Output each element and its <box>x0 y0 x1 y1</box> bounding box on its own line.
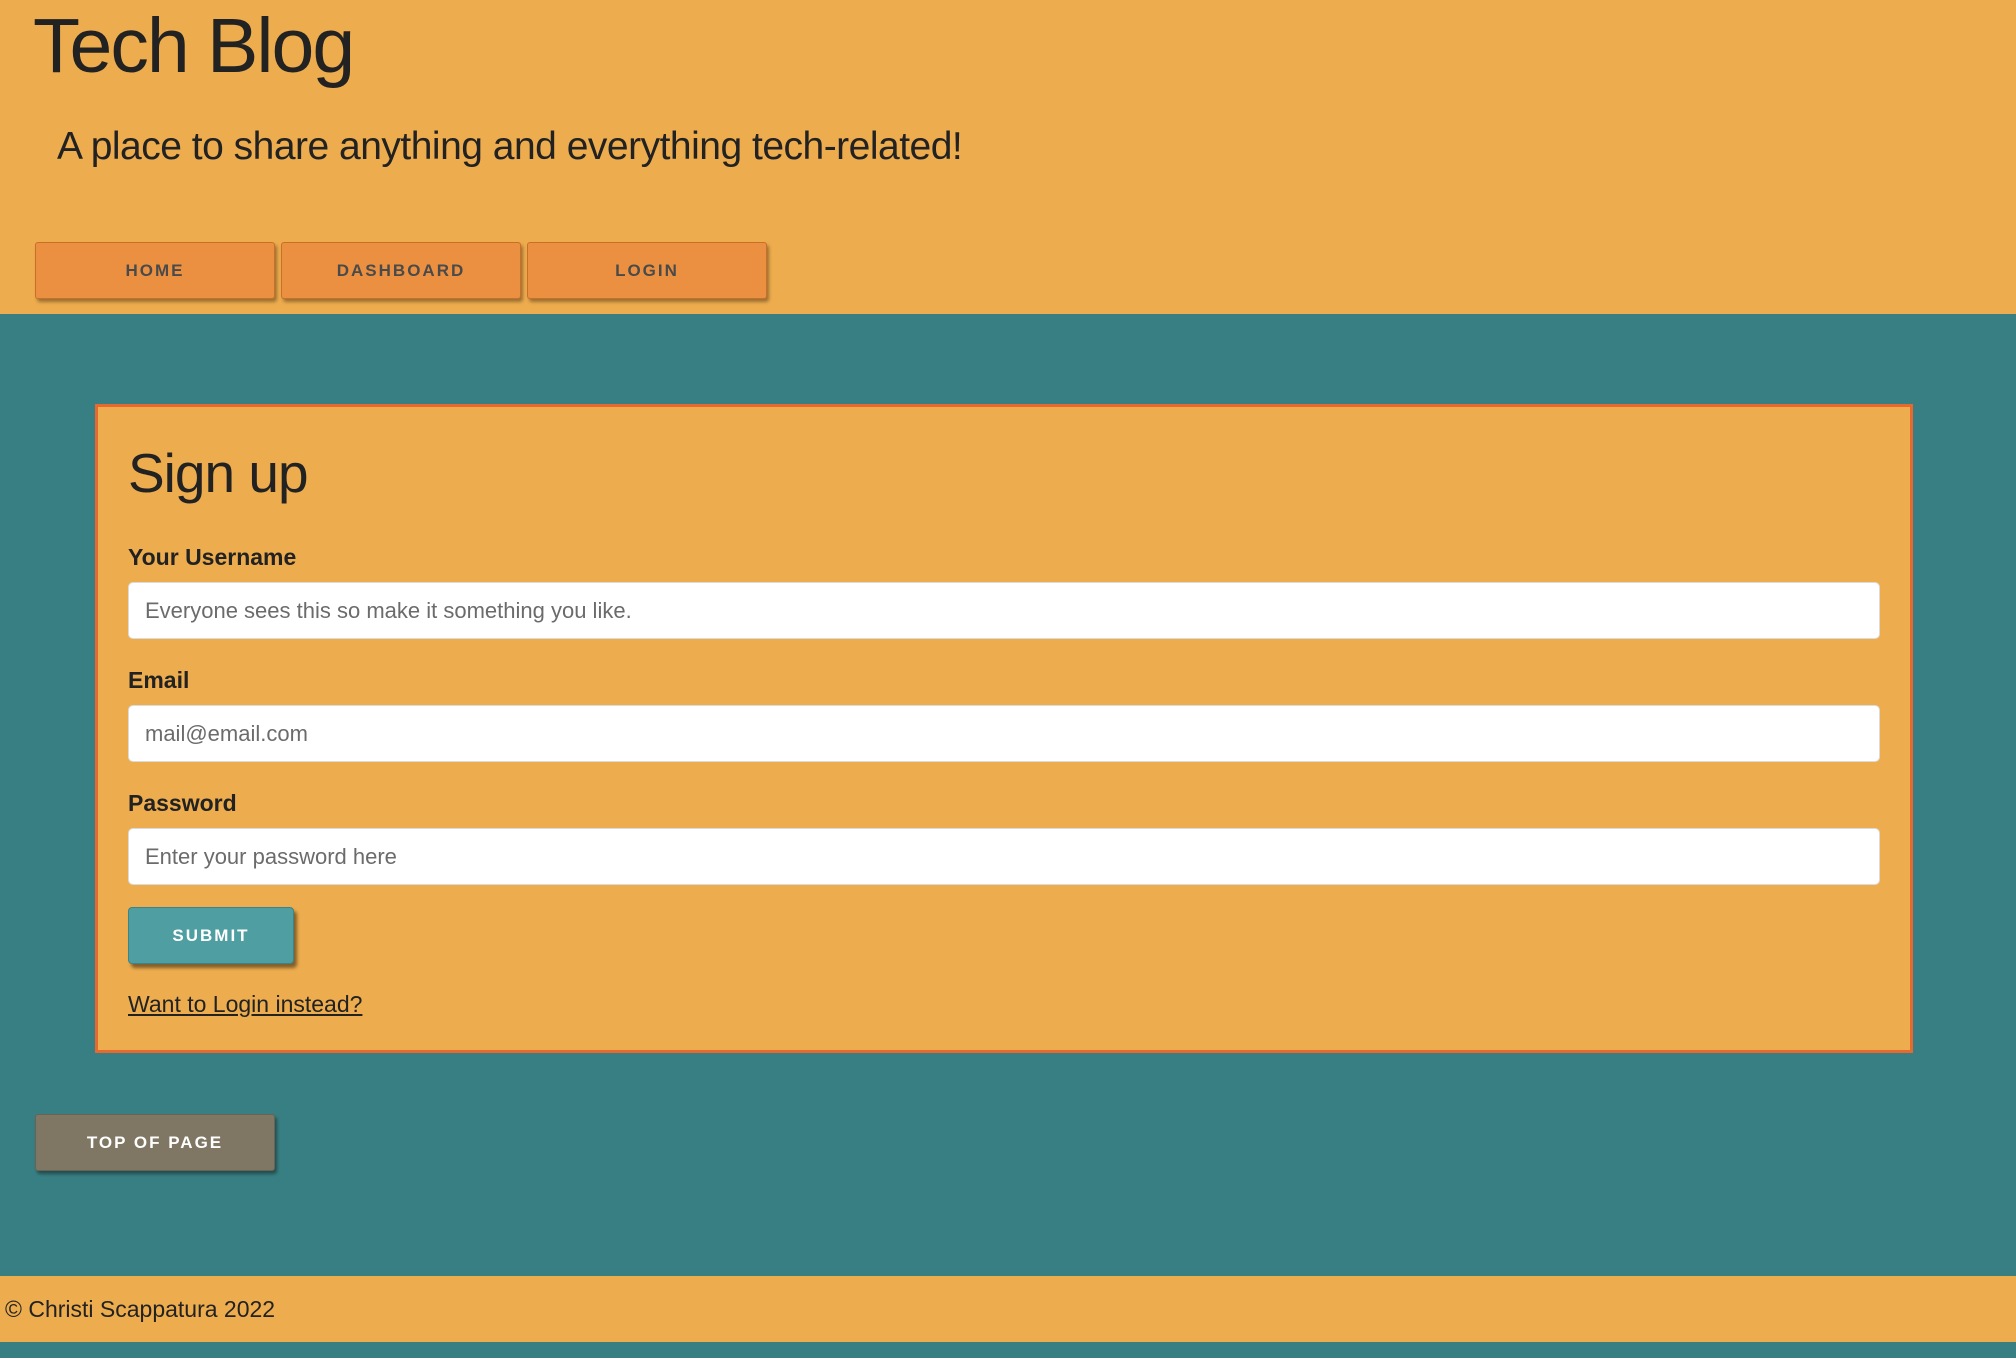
footer-copyright: © Christi Scappatura 2022 <box>5 1296 276 1322</box>
main-nav: HOME DASHBOARD LOGIN <box>35 242 767 299</box>
site-footer: © Christi Scappatura 2022 <box>0 1276 2016 1342</box>
signup-title: Sign up <box>128 442 309 504</box>
password-input[interactable] <box>128 828 1880 885</box>
username-input[interactable] <box>128 582 1880 639</box>
nav-dashboard-button[interactable]: DASHBOARD <box>281 242 521 299</box>
nav-home-button[interactable]: HOME <box>35 242 275 299</box>
site-tagline: A place to share anything and everything… <box>57 125 963 168</box>
login-instead-link[interactable]: Want to Login instead? <box>128 991 362 1018</box>
password-label: Password <box>128 790 237 816</box>
email-label: Email <box>128 667 190 693</box>
top-of-page-button[interactable]: TOP OF PAGE <box>35 1114 275 1171</box>
submit-button[interactable]: SUBMIT <box>128 907 294 964</box>
site-header: Tech Blog A place to share anything and … <box>0 0 2016 314</box>
signup-card: Sign up Your Username Email Password SUB… <box>95 404 1913 1053</box>
nav-login-button[interactable]: LOGIN <box>527 242 767 299</box>
username-label: Your Username <box>128 544 297 570</box>
email-input[interactable] <box>128 705 1880 762</box>
site-title: Tech Blog <box>33 3 355 89</box>
